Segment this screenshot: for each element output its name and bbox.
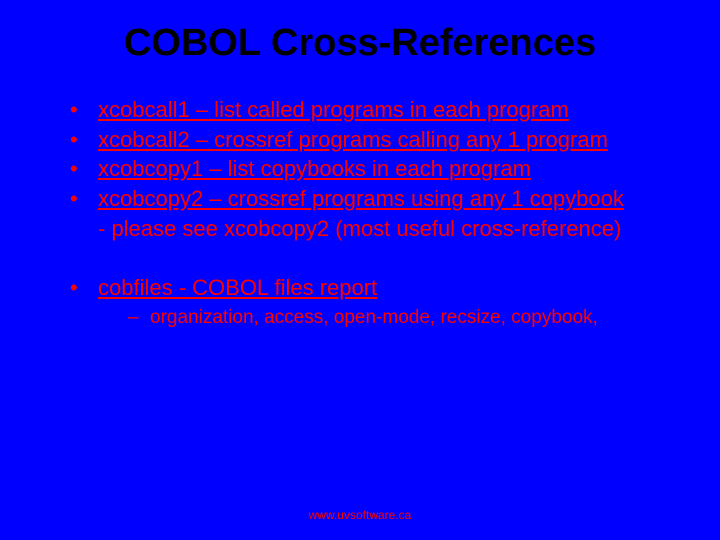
list-item: cobfiles - COBOL files report organizati…: [70, 273, 670, 331]
note-line: - please see xcobcopy2 (most useful cros…: [70, 214, 670, 244]
footer-url: www.uvsoftware.ca: [0, 508, 720, 522]
cobfiles-link[interactable]: cobfiles - COBOL files report: [98, 275, 377, 300]
sub-text: organization, access, open-mode, recsize…: [150, 307, 598, 328]
spacer: [70, 243, 670, 273]
crossref-link[interactable]: xcobcall2 – crossref programs calling an…: [98, 127, 608, 152]
list-item: xcobcall1 – list called programs in each…: [70, 95, 670, 125]
list-item: xcobcopy2 – crossref programs using any …: [70, 184, 670, 214]
list-item: xcobcopy1 – list copybooks in each progr…: [70, 154, 670, 184]
sub-list: organization, access, open-mode, recsize…: [98, 305, 670, 332]
slide-body: xcobcall1 – list called programs in each…: [0, 95, 720, 332]
crossref-link[interactable]: xcobcopy2 – crossref programs using any …: [98, 186, 624, 211]
crossref-link[interactable]: xcobcall1 – list called programs in each…: [98, 97, 569, 122]
slide: COBOL Cross-References xcobcall1 – list …: [0, 0, 720, 540]
main-list: xcobcall1 – list called programs in each…: [70, 95, 670, 243]
note-text: - please see xcobcopy2 (most useful cros…: [98, 216, 621, 241]
sub-item: organization, access, open-mode, recsize…: [128, 305, 670, 332]
crossref-link[interactable]: xcobcopy1 – list copybooks in each progr…: [98, 156, 531, 181]
list-item: xcobcall2 – crossref programs calling an…: [70, 125, 670, 155]
second-list: cobfiles - COBOL files report organizati…: [70, 273, 670, 331]
slide-title: COBOL Cross-References: [0, 0, 720, 95]
